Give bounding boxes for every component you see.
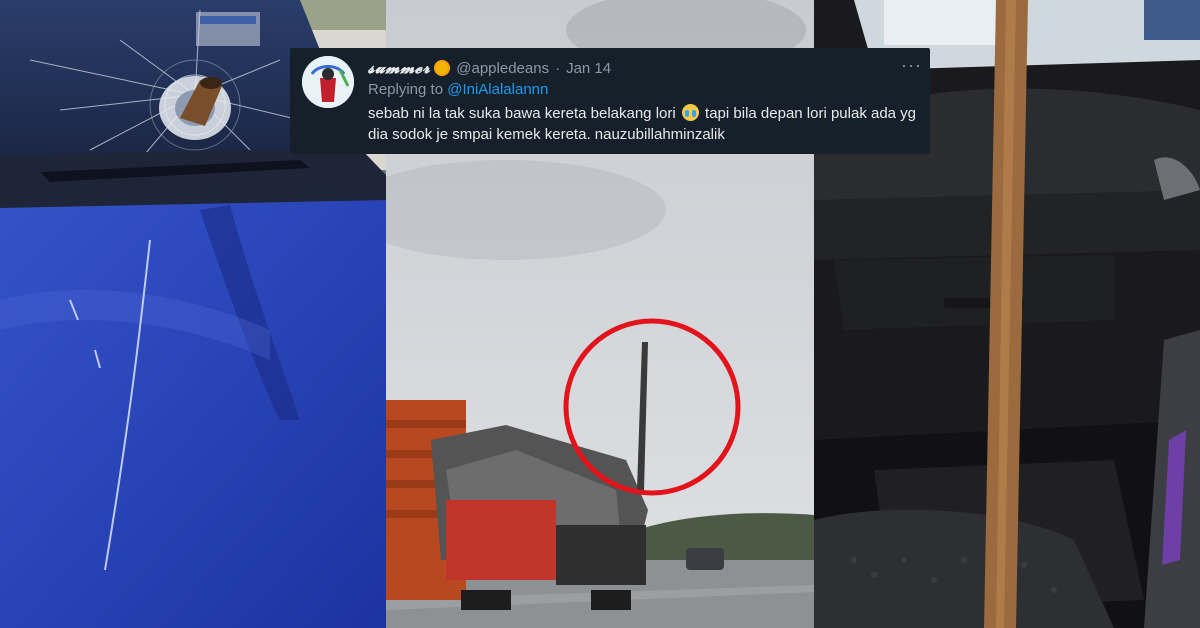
replying-to-mention[interactable]: @IniAlalalannn: [447, 81, 548, 98]
tweet-date[interactable]: Jan 14: [566, 60, 611, 77]
display-name[interactable]: 𝓼𝓾𝓶𝓶𝓮𝓻: [368, 58, 430, 78]
tweet-card[interactable]: ··· 𝓼𝓾𝓶𝓶𝓮𝓻 @appledeans · Jan 14 Replying…: [290, 48, 930, 154]
loudly-crying-face-icon: [681, 104, 699, 121]
replying-prefix: Replying to: [368, 81, 444, 98]
more-options-icon[interactable]: ···: [901, 56, 922, 74]
tweet-text: sebab ni la tak suka bawa kereta belakan…: [368, 103, 918, 145]
user-handle[interactable]: @appledeans: [456, 60, 549, 77]
sun-emoji-icon: [434, 60, 451, 76]
tweet-text-part1: sebab ni la tak suka bawa kereta belakan…: [368, 105, 676, 122]
replying-to-line: Replying to @IniAlalalannn: [368, 81, 918, 98]
separator: ·: [555, 59, 561, 77]
avatar[interactable]: [302, 56, 354, 108]
